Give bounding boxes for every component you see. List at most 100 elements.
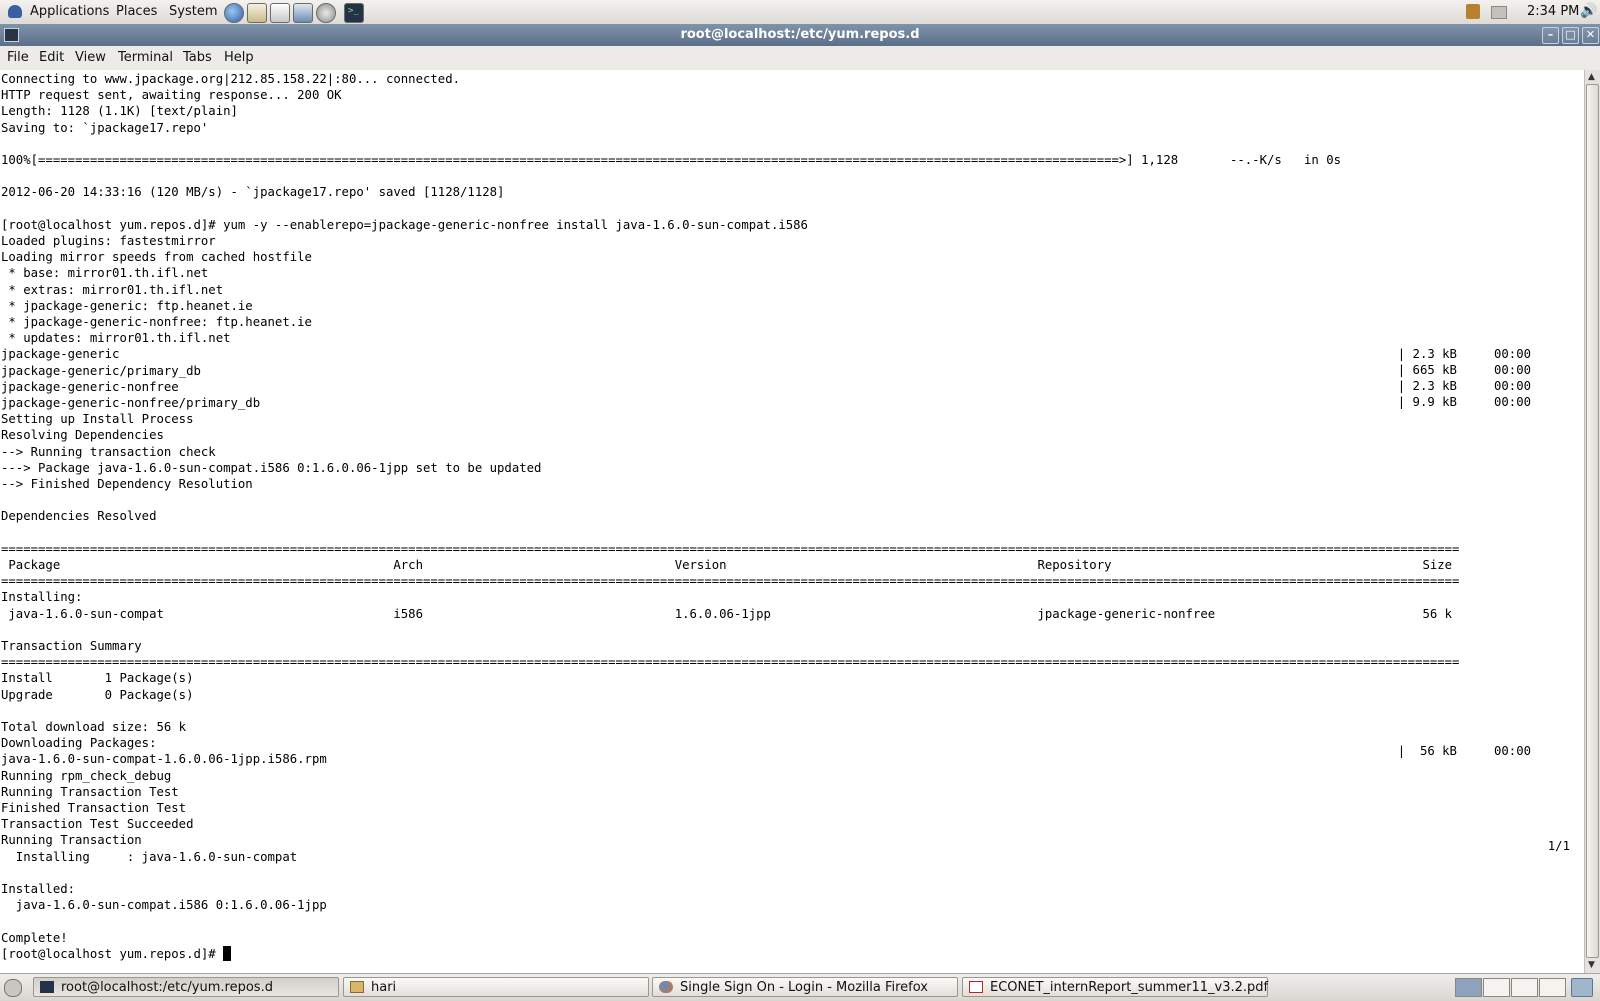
terminal-line: Running rpm_check_debug — [1, 768, 172, 783]
terminal-line: [root@localhost yum.repos.d]# yum -y --e… — [1, 217, 808, 232]
menu-tabs[interactable]: Tabs — [183, 50, 212, 65]
network-icon[interactable] — [1491, 6, 1507, 19]
terminal-line: HTTP request sent, awaiting response... … — [1, 88, 342, 103]
terminal-line: Transaction Summary — [1, 639, 142, 653]
menu-file[interactable]: File — [7, 50, 29, 65]
window-title: root@localhost:/etc/yum.repos.d — [680, 27, 920, 42]
terminal-line: jpackage-generic-nonfree — [1, 379, 179, 394]
firefox-icon — [659, 981, 673, 993]
terminal-icon[interactable]: >_ — [344, 3, 364, 23]
terminal-icon — [40, 981, 54, 993]
bottom-panel: root@localhost:/etc/yum.repos.d hari Sin… — [0, 973, 1600, 1001]
applications-menu[interactable]: Applications — [30, 4, 109, 19]
browser-icon[interactable] — [224, 3, 244, 23]
menu-terminal[interactable]: Terminal — [118, 50, 173, 65]
terminal-line: Saving to: `jpackage17.repo' — [1, 120, 209, 135]
task-terminal[interactable]: root@localhost:/etc/yum.repos.d — [33, 977, 339, 997]
folder-icon — [350, 981, 364, 993]
terminal-line: 2012-06-20 14:33:16 (120 MB/s) - `jpacka… — [1, 185, 505, 200]
terminal-line: Dependencies Resolved — [1, 509, 157, 524]
workspace-3[interactable] — [1511, 978, 1538, 997]
download-stat: | 2.3 kB 00:00 — [1397, 379, 1531, 393]
task-firefox[interactable]: Single Sign On - Login - Mozilla Firefox — [652, 977, 958, 997]
download-stat: | 9.9 kB 00:00 — [1397, 395, 1531, 409]
terminal-line: Downloading Packages: — [1, 736, 157, 751]
terminal-line: Complete! — [1, 930, 68, 945]
settings-icon[interactable] — [316, 3, 336, 23]
scroll-up-icon[interactable]: ▲ — [1588, 72, 1595, 82]
download-stat: | 665 kB 00:00 — [1397, 363, 1531, 377]
terminal-line: ========================================… — [1, 541, 1460, 556]
terminal-line: Package Arch Version Repository Size — [1, 558, 1453, 572]
terminal-line: * updates: mirror01.th.ifl.net — [1, 331, 231, 346]
workspace-1[interactable] — [1455, 978, 1482, 997]
terminal-line: java-1.6.0-sun-compat-1.6.0.06-1jpp.i586… — [1, 752, 327, 767]
gnome-foot-icon[interactable] — [8, 5, 22, 18]
terminal-line: Installing: — [1, 590, 83, 605]
terminal-line: --> Finished Dependency Resolution — [1, 477, 253, 491]
scroll-down-icon[interactable]: ▼ — [1588, 960, 1595, 970]
terminal-line: Connecting to www.jpackage.org|212.85.15… — [1, 72, 461, 86]
download-stat: | 56 kB 00:00 — [1397, 744, 1531, 758]
menu-bar: File Edit View Terminal Tabs Help — [0, 46, 1600, 71]
scroll-thumb[interactable] — [1586, 84, 1599, 958]
text-editor-icon[interactable] — [270, 3, 290, 23]
terminal-line: Resolving Dependencies — [1, 428, 164, 443]
clock[interactable]: 2:34 PM — [1527, 4, 1579, 19]
terminal-line: Loading mirror speeds from cached hostfi… — [1, 250, 312, 265]
terminal-line: --> Running transaction check — [1, 444, 216, 459]
terminal-line: Installing : java-1.6.0-sun-compat — [1, 849, 298, 864]
terminal-line: * jpackage-generic-nonfree: ftp.heanet.i… — [1, 315, 312, 329]
terminal-line: Length: 1128 (1.1K) [text/plain] — [1, 104, 238, 119]
terminal-line: Setting up Install Process — [1, 412, 194, 427]
workspace-4[interactable] — [1539, 978, 1566, 997]
maximize-icon[interactable]: □ — [1562, 27, 1579, 44]
image-viewer-icon[interactable] — [293, 3, 313, 23]
top-panel: Applications Places System >_ 2:34 PM 🔊 — [0, 0, 1600, 25]
close-icon[interactable]: ✕ — [1582, 27, 1599, 44]
terminal-scrollbar[interactable]: ▲ ▼ — [1584, 70, 1600, 973]
terminal-line: Loaded plugins: fastestmirror — [1, 234, 216, 248]
terminal-line: ========================================… — [1, 574, 1460, 589]
menu-help[interactable]: Help — [224, 50, 254, 65]
volume-icon[interactable]: 🔊 — [1580, 3, 1597, 19]
terminal-line: Total download size: 56 k — [1, 720, 187, 734]
terminal-line: Running Transaction Test — [1, 784, 179, 799]
minimize-icon[interactable]: – — [1542, 27, 1559, 44]
terminal-line: java-1.6.0-sun-compat i586 1.6.0.06-1jpp… — [1, 606, 1453, 621]
terminal-line: Installed: — [1, 882, 76, 896]
terminal-line: 100%[===================================… — [1, 153, 1342, 167]
download-stat: | 2.3 kB 00:00 — [1397, 347, 1531, 361]
install-progress: 1/1 — [1547, 839, 1570, 853]
pdf-icon — [969, 981, 983, 993]
places-menu[interactable]: Places — [116, 4, 157, 19]
trash-icon[interactable] — [1571, 978, 1593, 997]
terminal-line: ---> Package java-1.6.0-sun-compat.i586 … — [1, 460, 542, 475]
terminal-line: jpackage-generic — [1, 347, 120, 362]
notification-icon[interactable] — [1466, 4, 1480, 19]
terminal-line: * jpackage-generic: ftp.heanet.ie — [1, 298, 253, 313]
system-menu[interactable]: System — [169, 4, 217, 19]
show-desktop-icon[interactable] — [4, 979, 22, 997]
terminal-line: Install 1 Package(s) — [1, 671, 194, 686]
terminal-line: Upgrade 0 Package(s) — [1, 687, 194, 702]
terminal-line: [root@localhost yum.repos.d]# — [1, 946, 224, 961]
terminal-line: jpackage-generic/primary_db — [1, 363, 201, 378]
terminal-line: jpackage-generic-nonfree/primary_db — [1, 396, 261, 410]
terminal-line: * extras: mirror01.th.ifl.net — [1, 282, 224, 297]
terminal-line: ========================================… — [1, 655, 1460, 670]
window-title-bar[interactable]: root@localhost:/etc/yum.repos.d – □ ✕ — [0, 24, 1600, 46]
terminal-line: java-1.6.0-sun-compat.i586 0:1.6.0.06-1j… — [1, 898, 327, 913]
workspace-2[interactable] — [1483, 978, 1510, 997]
text-cursor — [223, 945, 232, 961]
menu-view[interactable]: View — [75, 50, 106, 65]
terminal-line: * base: mirror01.th.ifl.net — [1, 266, 209, 281]
terminal-line: Transaction Test Succeeded — [1, 817, 194, 832]
task-folder[interactable]: hari — [343, 977, 649, 997]
email-icon[interactable] — [247, 3, 267, 23]
terminal-line: Running Transaction — [1, 833, 142, 848]
menu-edit[interactable]: Edit — [39, 50, 64, 65]
terminal-line: Finished Transaction Test — [1, 801, 187, 815]
task-pdf-viewer[interactable]: ECONET_internReport_summer11_v3.2.pdf — [962, 977, 1268, 997]
terminal-output[interactable]: Connecting to www.jpackage.org|212.85.15… — [0, 70, 1584, 973]
